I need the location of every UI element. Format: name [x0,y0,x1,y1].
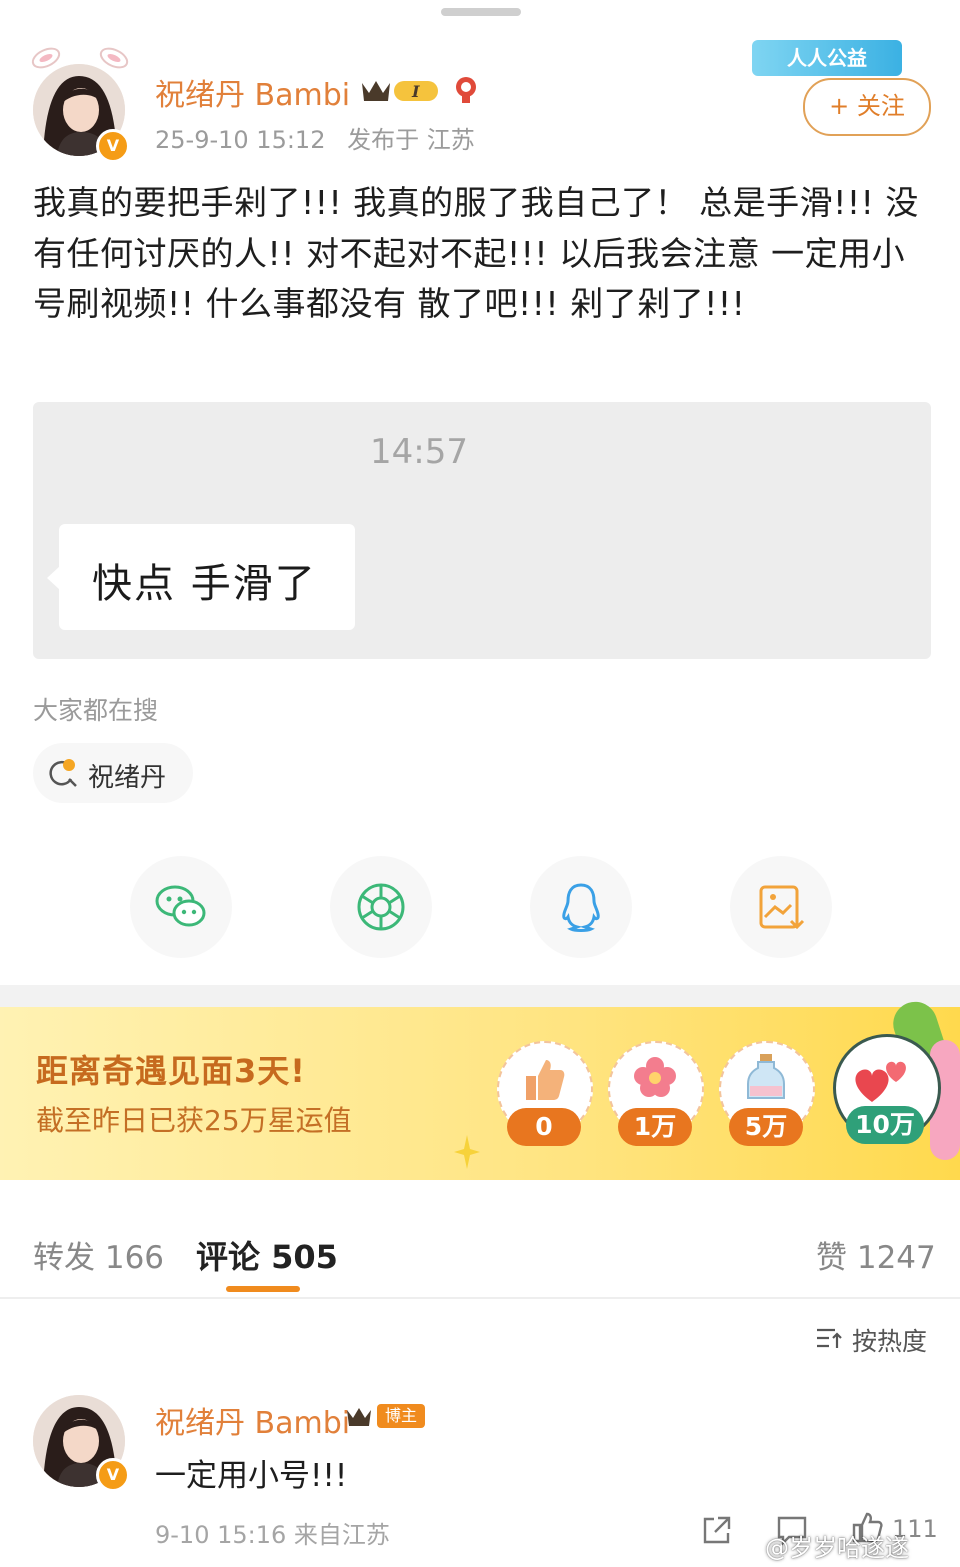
sort-by-hot[interactable]: 按热度 [852,1322,927,1358]
hearts-icon [855,1061,906,1102]
trending-search-text: 祝绪丹 [88,763,167,793]
milestone-1-label: 1万 [618,1108,692,1146]
watermark: @岁岁哈遂遂 [765,1534,909,1562]
qq-icon [562,883,600,932]
charity-badge[interactable]: 人人公益 [752,40,902,76]
share-icon[interactable] [700,1513,734,1547]
thumbs-up-icon [526,1060,565,1100]
comment-author[interactable]: 祝绪丹 Bambi [155,1398,350,1442]
promo-subtitle: 截至昨日已获25万星运值 [36,1104,352,1137]
post-location: 发布于 江苏 [347,126,475,154]
tab-repost[interactable]: 转发 166 [33,1232,164,1277]
tabs-divider [0,1297,960,1299]
promo-banner[interactable] [0,1007,960,1180]
svg-text:I: I [411,82,420,101]
save-image-button[interactable] [730,856,832,958]
flower-icon [634,1057,676,1097]
bottle-icon [747,1054,785,1099]
author-badge: 博主 [377,1404,425,1428]
post-meta: 25-9-10 15:12 发布于 江苏 [155,120,489,155]
sparkle-icon [454,1135,480,1169]
comment-meta: 9-10 15:16 来自江苏 [155,1521,390,1549]
milestone-0-label: 0 [507,1108,581,1146]
emblem-icon [456,77,476,103]
comment-crown-icon [347,1408,371,1426]
post-time: 25-9-10 15:12 [155,126,326,154]
drag-handle[interactable] [441,8,521,16]
chat-timestamp: 14:57 [370,432,468,472]
moments-icon [357,883,405,931]
comment-text: 一定用小号!!! [155,1458,348,1494]
chat-message: 快点 手滑了 [92,561,317,607]
verified-badge: V [96,129,130,163]
author-name[interactable]: 祝绪丹 Bambi [155,70,350,114]
section-divider [0,985,960,1007]
tab-comments[interactable]: 评论 505 [196,1232,338,1278]
trending-search-title: 大家都在搜 [33,696,159,725]
vip-crown-icon: I [362,81,438,101]
wechat-icon [155,885,206,927]
milestone-3-label: 10万 [846,1106,924,1144]
tab-likes[interactable]: 赞 1247 [816,1232,936,1277]
active-tab-indicator [226,1286,300,1292]
hot-search-icon [49,759,77,787]
comment-verified-badge: V [96,1458,130,1492]
share-wechat-button[interactable] [130,856,232,958]
save-image-icon [759,885,805,930]
share-moments-button[interactable] [330,856,432,958]
share-qq-button[interactable] [530,856,632,958]
milestone-2-label: 5万 [729,1108,803,1146]
post-text: 我真的要把手剁了!!! 我真的服了我自己了！ 总是手滑!!! 没有任何讨厌的人!… [33,183,919,323]
promo-title: 距离奇遇见面3天! [36,1052,306,1090]
sort-icon [817,1328,842,1348]
follow-button[interactable]: + 关注 [803,78,931,136]
